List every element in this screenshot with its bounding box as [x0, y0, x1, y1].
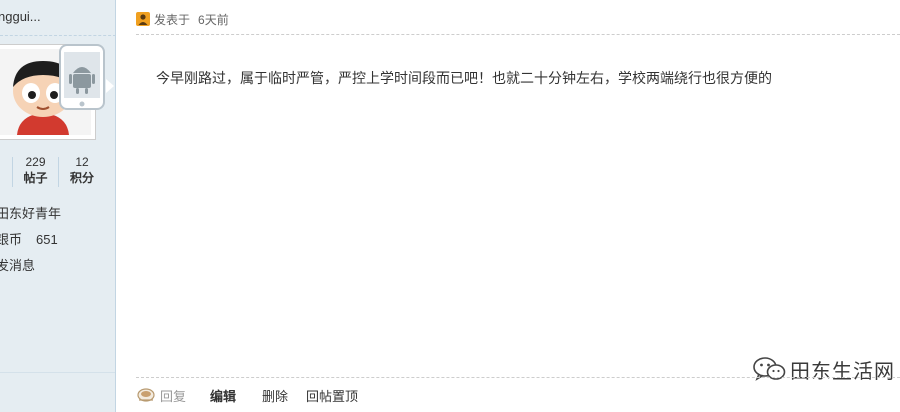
post-header-divider — [136, 34, 900, 35]
coins-value: 651 — [36, 232, 58, 247]
stat-credits-value: 12 — [75, 155, 89, 169]
edit-button[interactable]: 编辑 — [210, 386, 236, 405]
reply-button[interactable]: 回复 — [160, 386, 186, 405]
post-time: 6天前 — [198, 12, 229, 27]
post-actions: 回复 编辑 删除 回帖置顶 — [136, 384, 376, 406]
mobile-client-icon — [59, 44, 105, 110]
post-footer-divider — [136, 377, 900, 378]
coins-label: 银币 — [0, 232, 23, 247]
badge-arrow — [106, 79, 114, 93]
post-content: 今早刚路过，属于临时严管，严控上学时间段而已吧！也就二十分钟左右，学校两端绕行也… — [156, 70, 772, 86]
coins-row: 银币 651 — [0, 229, 58, 248]
author-stats: 229 帖子 12 积分 — [0, 155, 115, 189]
watermark-text: 田东生活网 — [790, 360, 895, 383]
watermark: 田东生活网 — [752, 352, 895, 386]
sidebar-footer — [0, 372, 115, 412]
user-group[interactable]: 田东好青年 — [0, 203, 61, 222]
author-sidebar: nggui... 229 帖子 12 积分 田东好青年 币 651 消息 — [0, 0, 116, 412]
post-meta-prefix: 发表于 — [154, 12, 191, 27]
wechat-icon — [753, 357, 786, 381]
stat-credits-label: 积分 — [69, 171, 94, 185]
stat-threads[interactable] — [0, 155, 10, 189]
reply-icon[interactable] — [136, 387, 156, 403]
stat-posts-label: 帖子 — [23, 171, 48, 185]
stat-posts-value: 229 — [25, 155, 46, 169]
send-message-link[interactable]: 发消息 — [0, 255, 35, 274]
stat-posts[interactable]: 229 帖子 — [13, 155, 58, 189]
stat-credits[interactable]: 12 积分 — [59, 155, 105, 189]
sidebar-divider — [0, 35, 115, 36]
post-meta: 发表于 6天前 — [136, 9, 229, 29]
author-online-icon — [136, 12, 150, 26]
pin-reply-button[interactable]: 回帖置顶 — [306, 386, 358, 405]
author-username[interactable]: nggui... — [0, 9, 41, 24]
delete-button[interactable]: 删除 — [262, 386, 288, 405]
